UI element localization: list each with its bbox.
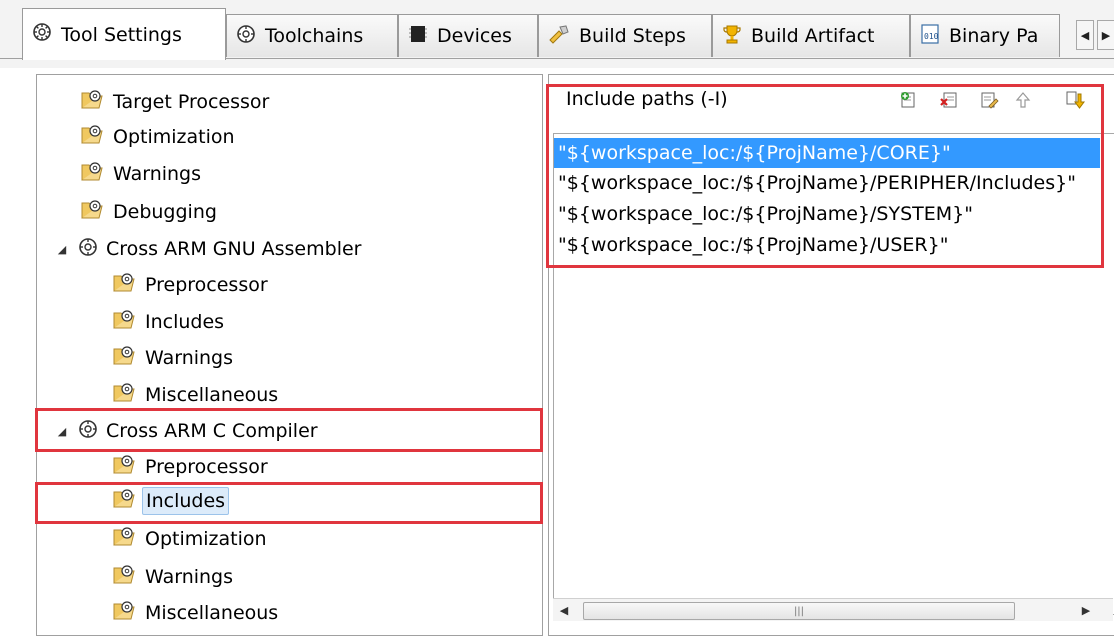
build-steps-icon [547, 23, 571, 50]
scroll-right-arrow-icon[interactable]: ▶ [1075, 599, 1097, 621]
settings-folder-icon [112, 344, 138, 373]
tree-item-miscellaneous[interactable]: Miscellaneous [112, 380, 281, 410]
tree-item-label: Optimization [145, 528, 267, 550]
tree-item-includes[interactable]: Includes [112, 307, 227, 337]
move-down-button[interactable] [1063, 90, 1087, 114]
expanded-triangle-icon[interactable]: ◢ [55, 425, 69, 438]
tree-item-optimization[interactable]: Optimization [80, 122, 238, 152]
tab-bar: Tool Settings Toolchains Devices Build S… [0, 0, 1114, 68]
delete-path-button[interactable] [937, 90, 961, 114]
tab-label: Binary Pa [949, 25, 1039, 47]
settings-folder-icon [112, 525, 138, 554]
gear-icon [235, 23, 257, 50]
expanded-triangle-icon[interactable]: ◢ [55, 243, 69, 256]
tree-item-label: Preprocessor [145, 456, 268, 478]
tree-item-label: Preprocessor [145, 274, 268, 296]
gear-icon [31, 21, 53, 48]
tree-item-cross-arm-gnu-assembler[interactable]: ◢ Cross ARM GNU Assembler [55, 234, 364, 264]
tree-item-target-processor[interactable]: Target Processor [80, 87, 272, 117]
include-paths-list[interactable]: "${workspace_loc:/${ProjName}/CORE}" "${… [553, 133, 1114, 615]
tree-item-warnings[interactable]: Warnings [112, 343, 236, 373]
tree-item-label: Includes [142, 487, 230, 515]
list-item-path[interactable]: "${workspace_loc:/${ProjName}/PERIPHER/I… [554, 168, 1114, 198]
tree-item-label: Warnings [113, 163, 202, 185]
tab-tool-settings[interactable]: Tool Settings [22, 8, 226, 60]
settings-folder-icon [112, 487, 138, 516]
list-item-path[interactable]: "${workspace_loc:/${ProjName}/CORE}" [554, 138, 1100, 168]
binary-icon: 010 [919, 23, 941, 50]
move-up-icon [1013, 90, 1033, 115]
tree-item-label: Cross ARM C Compiler [106, 420, 318, 442]
settings-folder-icon [112, 271, 138, 300]
move-up-button[interactable] [1011, 90, 1035, 114]
trophy-icon [721, 23, 743, 50]
add-path-button[interactable] [897, 90, 921, 114]
tree-item-includes-selected[interactable]: Includes [112, 486, 230, 516]
settings-folder-icon [80, 160, 106, 189]
move-down-icon [1065, 90, 1085, 115]
delete-icon [939, 90, 959, 115]
tree-item-label: Includes [145, 311, 225, 333]
svg-text:010: 010 [924, 32, 939, 41]
tab-scroll-left-button[interactable]: ◀ [1076, 20, 1094, 50]
chevron-right-icon: ▶ [1101, 28, 1111, 42]
tree-item-label: Debugging [113, 201, 217, 223]
include-paths-title: Include paths (-I) [566, 88, 728, 110]
tab-build-artifact[interactable]: Build Artifact [712, 14, 910, 57]
tree-item-label: Warnings [145, 347, 234, 369]
tab-label: Devices [437, 25, 512, 47]
gear-icon [77, 236, 99, 263]
gear-icon [77, 418, 99, 445]
tree-item-label: Miscellaneous [145, 384, 279, 406]
list-item-path[interactable]: "${workspace_loc:/${ProjName}/SYSTEM}" [554, 199, 1114, 229]
settings-folder-icon [80, 123, 106, 152]
tab-label: Tool Settings [61, 23, 182, 46]
tree-item-debugging[interactable]: Debugging [80, 197, 220, 227]
tree-item-label: Target Processor [113, 91, 270, 113]
settings-folder-icon [80, 198, 106, 227]
tree-item-label: Cross ARM GNU Assembler [106, 238, 362, 260]
add-icon [899, 90, 919, 115]
tree-item-cross-arm-c-compiler[interactable]: ◢ Cross ARM C Compiler [55, 416, 321, 446]
tree-item-warnings[interactable]: Warnings [80, 159, 204, 189]
tab-toolchains[interactable]: Toolchains [226, 14, 398, 57]
tab-scroll-right-button[interactable]: ▶ [1097, 20, 1114, 50]
settings-folder-icon [112, 381, 138, 410]
tab-build-steps[interactable]: Build Steps [538, 14, 712, 57]
tree-item-label: Optimization [113, 126, 235, 148]
tree-item-label: Miscellaneous [145, 602, 279, 624]
chip-icon [407, 23, 429, 50]
scrollbar-thumb[interactable]: ||| [583, 602, 1015, 620]
settings-folder-icon [80, 88, 106, 117]
tab-devices[interactable]: Devices [398, 14, 538, 57]
tree-item-preprocessor[interactable]: Preprocessor [112, 452, 271, 482]
tree-item-warnings[interactable]: Warnings [112, 562, 236, 592]
settings-folder-icon [112, 599, 138, 628]
list-item-path[interactable]: "${workspace_loc:/${ProjName}/USER}" [554, 230, 1114, 260]
tab-binary-parsers[interactable]: 010 Binary Pa [910, 14, 1060, 57]
edit-icon [979, 90, 999, 115]
edit-path-button[interactable] [977, 90, 1001, 114]
tree-item-label: Warnings [145, 566, 234, 588]
settings-folder-icon [112, 563, 138, 592]
chevron-left-icon: ◀ [1080, 28, 1090, 42]
scroll-left-arrow-icon[interactable]: ◀ [553, 599, 575, 621]
tab-label: Build Artifact [751, 25, 875, 47]
tree-item-optimization[interactable]: Optimization [112, 524, 270, 554]
tree-item-miscellaneous[interactable]: Miscellaneous [112, 598, 281, 628]
settings-folder-icon [112, 453, 138, 482]
tab-label: Build Steps [579, 25, 686, 47]
tab-label: Toolchains [265, 25, 364, 47]
settings-folder-icon [112, 308, 138, 337]
horizontal-scrollbar[interactable]: ◀ ||| ▶ [553, 598, 1113, 621]
tree-item-preprocessor[interactable]: Preprocessor [112, 270, 271, 300]
